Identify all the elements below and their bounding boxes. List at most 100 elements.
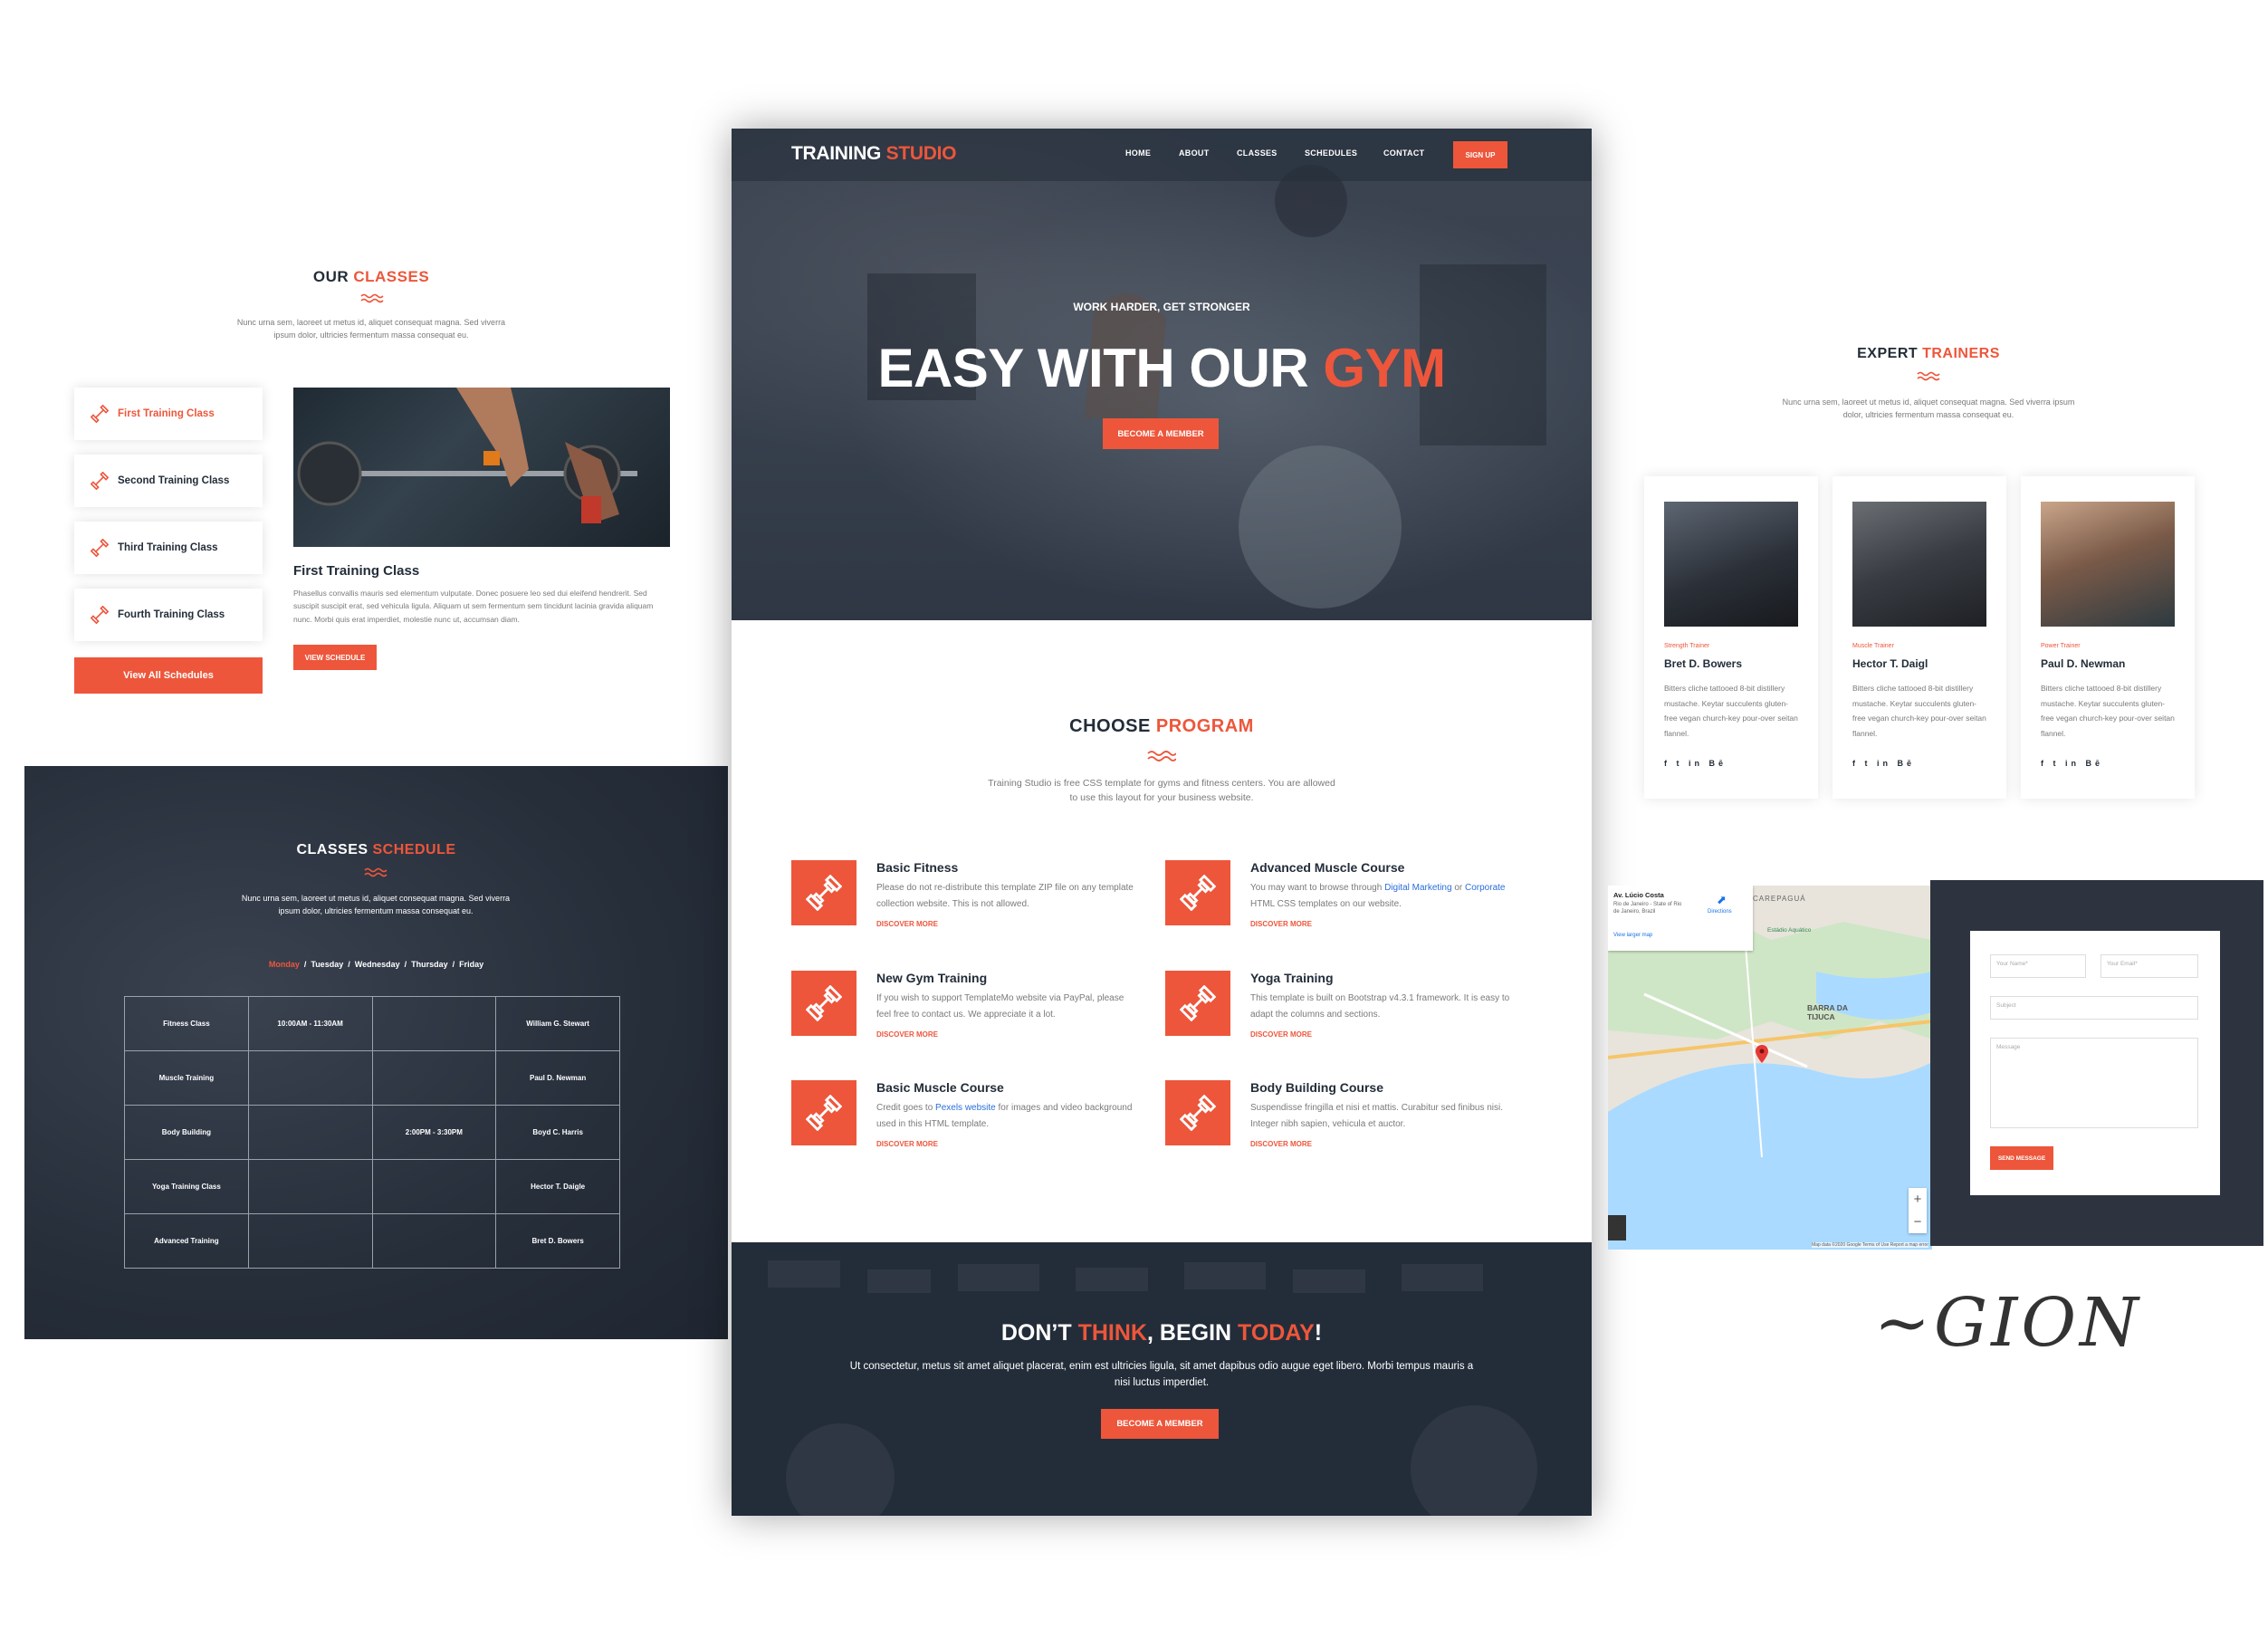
map[interactable]: Av. Lúcio Costa Rio de Janeiro - State o…	[1608, 886, 1932, 1250]
map-label: CAREPAGUÁ	[1753, 895, 1806, 903]
day-tab-tuesday[interactable]: Tuesday	[311, 960, 343, 969]
program-text-part: or	[1451, 883, 1465, 893]
zoom-in-button[interactable]: +	[1909, 1188, 1927, 1211]
view-larger-map-link[interactable]: View larger map	[1613, 933, 1652, 938]
hero-section: TRAINING STUDIO HOME ABOUT CLASSES SCHED…	[732, 129, 1592, 620]
discover-more-link[interactable]: DISCOVER MORE	[876, 1030, 938, 1039]
view-all-schedules-button[interactable]: View All Schedules	[74, 657, 263, 694]
map-label: Estádio Aquático	[1767, 927, 1812, 934]
program-subtitle: Training Studio is free CSS template for…	[988, 778, 1335, 804]
subject-input[interactable]: Subject	[1990, 996, 2198, 1020]
dumbbell-icon	[806, 985, 842, 1021]
class-tab-label: First Training Class	[118, 408, 215, 419]
map-pin-icon	[1756, 1045, 1768, 1063]
class-detail-title: First Training Class	[293, 563, 420, 579]
map-satellite-toggle[interactable]	[1608, 1215, 1626, 1240]
nav-contact[interactable]: CONTACT	[1383, 148, 1424, 158]
trainer-role: Muscle Trainer	[1852, 643, 1894, 649]
trainer-role: Power Trainer	[2041, 643, 2081, 649]
logo-text-a: TRAINING	[791, 143, 882, 164]
name-input[interactable]: Your Name*	[1990, 954, 2086, 978]
directions-link[interactable]: Directions	[1708, 909, 1732, 915]
classes-title-b: CLASSES	[353, 268, 430, 285]
nav-classes[interactable]: CLASSES	[1237, 148, 1278, 158]
digital-marketing-link[interactable]: Digital Marketing	[1384, 883, 1451, 893]
program-text: If you wish to support TemplateMo websit…	[876, 993, 1124, 1020]
trainer-photo	[1664, 502, 1798, 627]
table-cell	[371, 996, 497, 1051]
table-cell	[371, 1159, 497, 1214]
map-address: Rio de Janeiro - State of Rio de Janeiro…	[1613, 902, 1682, 915]
map-info-card: Av. Lúcio Costa Rio de Janeiro - State o…	[1608, 886, 1753, 951]
social-icons[interactable]: f t in Bē	[2041, 759, 2103, 768]
discover-more-link[interactable]: DISCOVER MORE	[1250, 1140, 1312, 1148]
corporate-link[interactable]: Corporate	[1465, 883, 1505, 893]
cta-become-member-button[interactable]: BECOME A MEMBER	[1101, 1409, 1219, 1439]
hero-become-member-button[interactable]: BECOME A MEMBER	[1103, 418, 1219, 449]
hero-kicker: WORK HARDER, GET STRONGER	[1073, 301, 1250, 313]
view-schedule-button[interactable]: VIEW SCHEDULE	[293, 645, 377, 670]
social-icons[interactable]: f t in Bē	[1664, 759, 1727, 768]
wave-divider-icon	[360, 293, 384, 303]
discover-more-link[interactable]: DISCOVER MORE	[876, 1140, 938, 1148]
contact-form: Your Name* Your Email* Subject Message S…	[1970, 931, 2220, 1195]
class-tab-third[interactable]: Third Training Class	[74, 522, 263, 574]
social-icons[interactable]: f t in Bē	[1852, 759, 1915, 768]
table-row: Body Building 2:00PM - 3:30PM Boyd C. Harr…	[124, 1105, 620, 1160]
message-textarea[interactable]: Message	[1990, 1038, 2198, 1128]
nav-schedules[interactable]: SCHEDULES	[1305, 148, 1357, 158]
cta-title-part: , BEGIN	[1147, 1320, 1232, 1346]
trainer-bio: Bitters cliche tattooed 8-bit distillery…	[2041, 684, 2175, 738]
dumbbell-icon	[91, 405, 109, 423]
trainer-card: Power Trainer Paul D. Newman Bitters cli…	[2021, 476, 2195, 799]
class-tab-fourth[interactable]: Fourth Training Class	[74, 589, 263, 641]
site-logo[interactable]: TRAINING STUDIO	[791, 143, 956, 165]
directions-icon[interactable]: ⬈	[1717, 893, 1727, 907]
email-input[interactable]: Your Email*	[2101, 954, 2198, 978]
program-text: Suspendisse fringilla et nisi et mattis.…	[1250, 1103, 1504, 1129]
cta-text: Ut consectetur, metus sit amet aliquet p…	[849, 1361, 1474, 1389]
schedule-title: CLASSES SCHEDULE	[24, 842, 728, 858]
classes-title: OUR CLASSES	[36, 268, 706, 286]
program-title-text: Body Building Course	[1250, 1080, 1383, 1095]
program-title-text: Yoga Training	[1250, 971, 1334, 985]
schedule-subtitle: Nunc urna sem, laoreet ut metus id, aliq…	[241, 894, 511, 915]
map-label: BARRA DA TIJUCA	[1807, 1003, 1848, 1022]
map-zoom-control: + −	[1909, 1188, 1927, 1233]
program-text: Please do not re-distribute this templat…	[876, 883, 1134, 909]
trainer-photo	[2041, 502, 2175, 627]
nav-home[interactable]: HOME	[1125, 148, 1151, 158]
zoom-out-button[interactable]: −	[1909, 1211, 1927, 1233]
trainers-panel: EXPERT TRAINERS Nunc urna sem, laoreet u…	[1630, 326, 2227, 815]
day-tab-friday[interactable]: Friday	[459, 960, 483, 969]
day-tab-monday[interactable]: Monday	[269, 960, 300, 969]
discover-more-link[interactable]: DISCOVER MORE	[876, 920, 938, 928]
table-cell: Bret D. Bowers	[495, 1213, 620, 1269]
pexels-link[interactable]: Pexels website	[935, 1103, 996, 1113]
trainer-card: Muscle Trainer Hector T. Daigl Bitters c…	[1833, 476, 2006, 799]
dumbbell-icon	[91, 472, 109, 490]
day-tab-thursday[interactable]: Thursday	[411, 960, 448, 969]
send-message-button[interactable]: SEND MESSAGE	[1990, 1146, 2053, 1170]
class-tab-second[interactable]: Second Training Class	[74, 455, 263, 507]
program-icon	[1165, 1080, 1230, 1145]
cta-section: DON’T THINK, BEGIN TODAY! Ut consectetur…	[732, 1242, 1592, 1516]
class-tab-first[interactable]: First Training Class	[74, 388, 263, 440]
nav-about[interactable]: ABOUT	[1179, 148, 1210, 158]
discover-more-link[interactable]: DISCOVER MORE	[1250, 1030, 1312, 1039]
table-cell: Paul D. Newman	[495, 1050, 620, 1106]
program-icon	[791, 1080, 856, 1145]
dumbbell-icon	[91, 539, 109, 557]
trainer-bio: Bitters cliche tattooed 8-bit distillery…	[1664, 684, 1798, 738]
trainer-card: Strength Trainer Bret D. Bowers Bitters …	[1644, 476, 1818, 799]
table-cell: Body Building	[124, 1105, 249, 1160]
signup-button[interactable]: SIGN UP	[1453, 141, 1507, 168]
table-cell: Fitness Class	[124, 996, 249, 1051]
program-icon	[791, 860, 856, 925]
dumbbell-icon	[1180, 1095, 1216, 1131]
program-icon	[1165, 860, 1230, 925]
cta-title-part: TODAY	[1238, 1320, 1315, 1346]
trainer-name: Bret D. Bowers	[1664, 657, 1743, 670]
discover-more-link[interactable]: DISCOVER MORE	[1250, 920, 1312, 928]
day-tab-wednesday[interactable]: Wednesday	[355, 960, 400, 969]
